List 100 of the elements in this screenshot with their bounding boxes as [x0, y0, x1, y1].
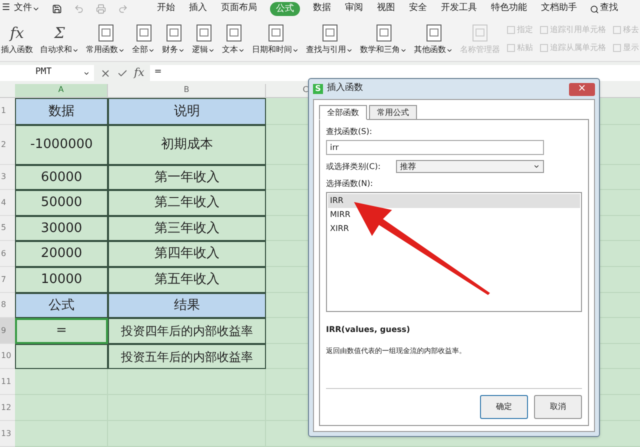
dropdown-icon: [118, 46, 125, 54]
ribbon-tab[interactable]: 安全: [408, 2, 428, 16]
dropdown-icon: [72, 46, 79, 54]
dialog-tab[interactable]: 常用公式: [369, 105, 417, 120]
ribbon-button[interactable]: 查找与引用: [306, 22, 353, 56]
redo-icon[interactable]: [118, 4, 128, 14]
table-cell[interactable]: 第五年收入: [108, 267, 266, 293]
dropdown-icon: [178, 46, 185, 54]
ribbon-tab[interactable]: 特色功能: [490, 2, 528, 16]
category-dropdown[interactable]: 推荐: [396, 160, 544, 173]
table-cell[interactable]: 20000: [15, 241, 108, 267]
row-header[interactable]: 4: [0, 190, 15, 216]
dialog-button[interactable]: 取消: [534, 395, 582, 419]
table-cell[interactable]: -1000000: [15, 125, 108, 165]
ribbon-tab[interactable]: 文档助手: [540, 2, 578, 16]
table-cell[interactable]: 30000: [15, 216, 108, 241]
table-cell[interactable]: 第三年收入: [108, 216, 266, 241]
name-box[interactable]: PMT: [0, 65, 94, 81]
table-cell[interactable]: 初期成本: [108, 125, 266, 165]
table-cell[interactable]: [15, 344, 108, 369]
search-label: 查找函数(S):: [326, 126, 374, 138]
dropdown-icon: [208, 46, 215, 54]
row-header[interactable]: 6: [0, 241, 15, 267]
ribbon-button[interactable]: 文本: [222, 22, 245, 56]
search-button[interactable]: 查找: [590, 2, 618, 16]
dialog-button[interactable]: 确定: [480, 395, 528, 419]
function-category-icon: [98, 24, 114, 42]
row-header[interactable]: 3: [0, 165, 15, 190]
table-cell[interactable]: 60000: [15, 165, 108, 190]
table-cell[interactable]: 数据: [15, 98, 108, 125]
undo-icon[interactable]: [74, 4, 84, 14]
row-header[interactable]: 1: [0, 98, 15, 125]
function-category-icon: [426, 24, 442, 42]
function-list-item[interactable]: MIRR: [328, 208, 580, 222]
close-button[interactable]: ×: [569, 82, 595, 96]
function-category-icon: [136, 24, 152, 42]
function-list-item[interactable]: XIRR: [328, 222, 580, 236]
function-signature: IRR(values, guess): [326, 324, 412, 336]
print-icon[interactable]: [96, 4, 106, 14]
ribbon-tab[interactable]: 页面布局: [220, 2, 258, 16]
table-cell[interactable]: 第一年收入: [108, 165, 266, 190]
save-icon[interactable]: [52, 4, 62, 14]
caret-icon: [533, 163, 540, 170]
function-category-icon: [226, 24, 242, 42]
function-category-icon: [196, 24, 212, 42]
ribbon-button[interactable]: 常用函数: [86, 22, 125, 56]
cancel-icon[interactable]: [100, 68, 111, 78]
table-cell[interactable]: 投资四年后的内部收益率: [108, 318, 266, 344]
table-cell[interactable]: 第二年收入: [108, 190, 266, 216]
search-input[interactable]: irr: [326, 140, 544, 155]
ribbon-tab[interactable]: 视图: [376, 2, 396, 16]
row-header[interactable]: 5: [0, 216, 15, 241]
row-header[interactable]: 8: [0, 293, 15, 318]
ribbon-tab[interactable]: 插入: [188, 2, 208, 16]
function-category-icon: [376, 24, 392, 42]
function-list-label: 选择函数(N):: [326, 178, 374, 190]
ribbon-button[interactable]: fx 插入函数: [1, 22, 33, 56]
function-category-icon: [268, 24, 284, 42]
ribbon-button[interactable]: 逻辑: [192, 22, 215, 56]
dropdown-icon: [400, 46, 407, 54]
confirm-icon[interactable]: [117, 68, 128, 78]
dropdown-icon: [238, 46, 245, 54]
ribbon-button[interactable]: 财务: [162, 22, 185, 56]
row-header[interactable]: 12: [0, 395, 15, 421]
table-cell[interactable]: =: [15, 318, 108, 344]
row-header[interactable]: 10: [0, 344, 15, 369]
ribbon-tab[interactable]: 开发工具: [440, 2, 478, 16]
search-icon: [590, 4, 600, 14]
function-category-icon: [472, 24, 488, 42]
ribbon-tab[interactable]: 审阅: [344, 2, 364, 16]
table-cell[interactable]: 公式: [15, 293, 108, 318]
table-cell[interactable]: 10000: [15, 267, 108, 293]
ribbon-button[interactable]: 日期和时间: [252, 22, 299, 56]
table-cell[interactable]: 说明: [108, 98, 266, 125]
ribbon-tab[interactable]: 数据: [312, 2, 332, 16]
function-list-item[interactable]: IRR: [328, 194, 580, 208]
row-header[interactable]: 7: [0, 267, 15, 293]
column-header[interactable]: A: [15, 84, 108, 97]
app-logo-icon: S: [313, 84, 323, 94]
ribbon-button[interactable]: Σ 自动求和: [40, 22, 79, 56]
ribbon-button[interactable]: 其他函数: [414, 22, 453, 56]
menu-icon[interactable]: ☰: [2, 2, 10, 16]
column-header[interactable]: B: [108, 84, 266, 97]
dropdown-icon: [446, 46, 453, 54]
ribbon-tab[interactable]: 开始: [156, 2, 176, 16]
row-header[interactable]: 2: [0, 125, 15, 165]
ribbon-button[interactable]: 全部: [132, 22, 155, 56]
row-header[interactable]: 13: [0, 421, 15, 447]
row-header[interactable]: 11: [0, 369, 15, 395]
file-menu[interactable]: 文件: [14, 2, 40, 16]
table-cell[interactable]: 投资五年后的内部收益率: [108, 344, 266, 369]
ribbon-button[interactable]: 数学和三角: [360, 22, 407, 56]
dropdown-icon: [346, 46, 353, 54]
caret-icon: [83, 70, 90, 76]
dropdown-icon: [148, 46, 155, 54]
table-cell[interactable]: 第四年收入: [108, 241, 266, 267]
table-cell[interactable]: 50000: [15, 190, 108, 216]
dialog-tab[interactable]: 全部函数: [319, 105, 367, 120]
table-cell[interactable]: 结果: [108, 293, 266, 318]
function-button[interactable]: fx: [134, 64, 144, 82]
